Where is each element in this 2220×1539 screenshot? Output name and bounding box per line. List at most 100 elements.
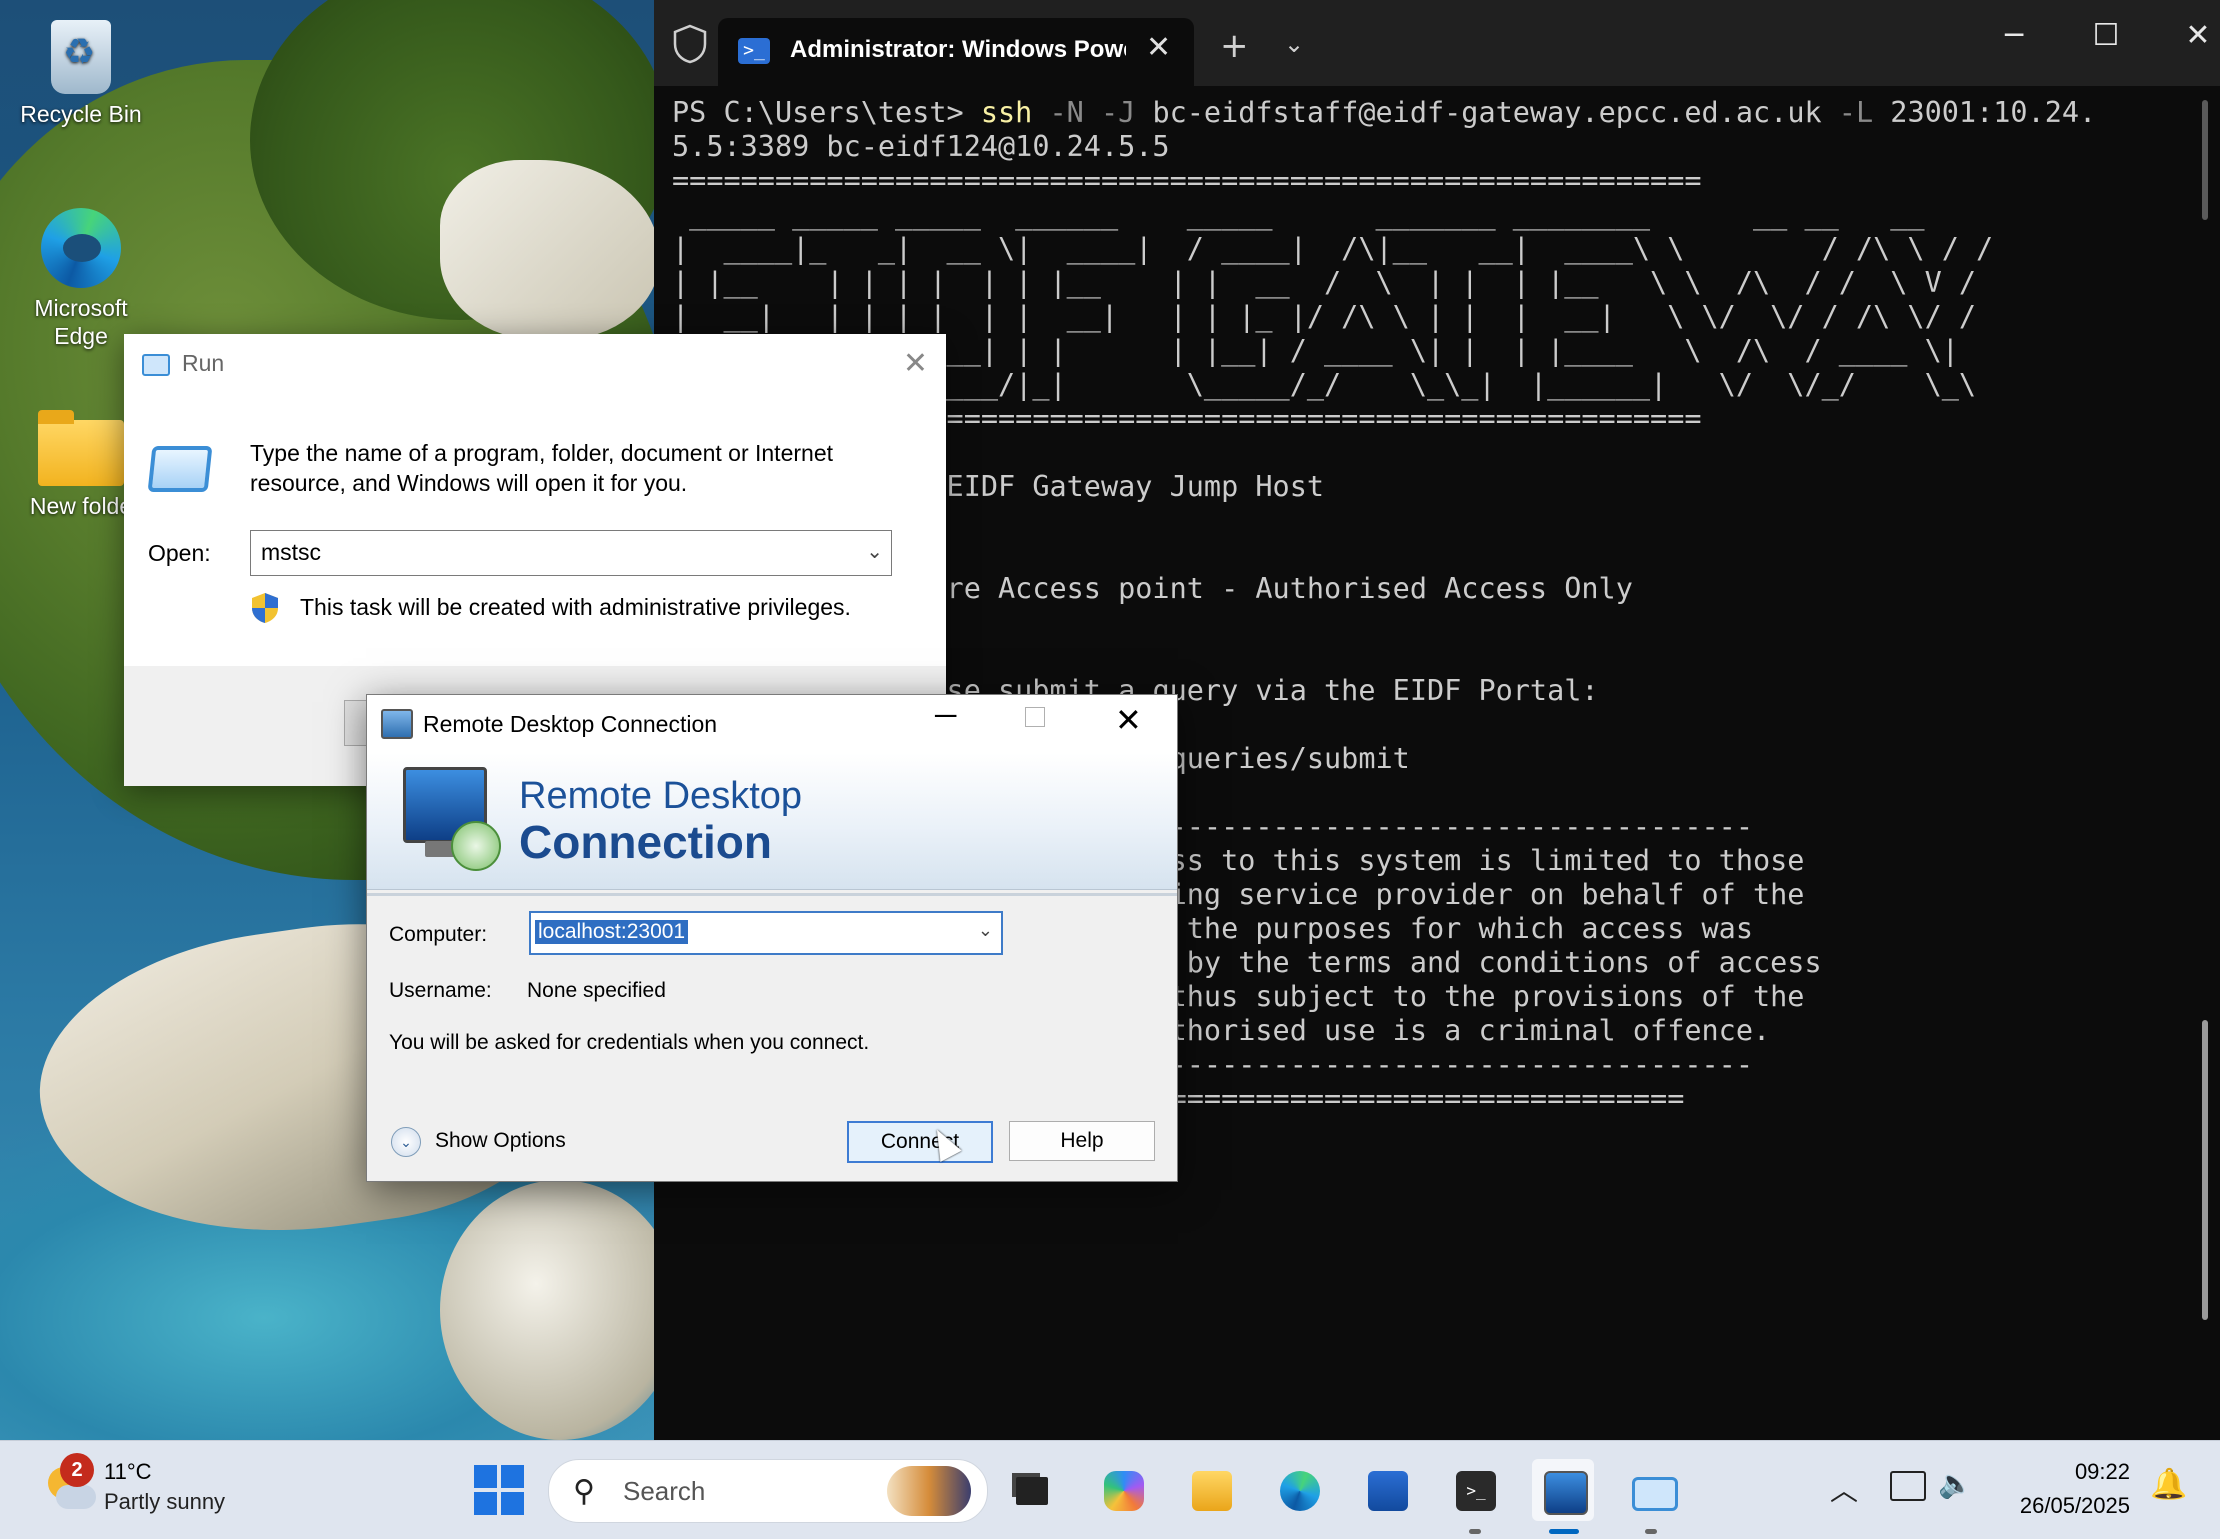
run-description: Type the name of a program, folder, docu… <box>250 440 833 496</box>
taskbar: 2 11°C Partly sunny ⚲ Search >_ ︿ 🔈 09:2… <box>0 1440 2220 1539</box>
banner-subtitle: Connection <box>519 816 772 868</box>
chevron-down-icon[interactable]: ⌄ <box>978 920 993 941</box>
terminal-tab-title: Administrator: Windows Powe <box>790 36 1126 63</box>
edge-button[interactable] <box>1268 1459 1330 1521</box>
store-icon <box>1368 1471 1408 1511</box>
terminal-tab[interactable]: >_ Administrator: Windows Powe ✕ <box>718 18 1194 86</box>
run-button[interactable] <box>1620 1459 1682 1534</box>
credentials-note: You will be asked for credentials when y… <box>389 1031 870 1054</box>
help-button[interactable]: Help <box>1009 1121 1155 1161</box>
flag: -L <box>1821 96 1891 129</box>
banner-title: Remote Desktop <box>519 775 803 817</box>
terminal-rule: ========================================… <box>672 164 1702 197</box>
chevron-down-icon[interactable]: ⌄ <box>866 539 883 564</box>
new-tab-icon[interactable]: + <box>1220 26 1249 66</box>
active-indicator <box>1549 1529 1579 1534</box>
taskbar-search[interactable]: ⚲ Search <box>548 1459 988 1523</box>
start-button[interactable] <box>474 1465 524 1515</box>
show-options-link[interactable]: Show Options <box>435 1129 566 1153</box>
start-logo-tile <box>474 1465 497 1488</box>
divider <box>367 893 1177 896</box>
ascii-art-line: | ____|_ _| __ \| ____| / ____| /\|__ __… <box>672 232 1994 265</box>
close-tab-icon[interactable]: ✕ <box>1146 30 1171 65</box>
rdp-title-bar[interactable]: Remote Desktop Connection ─ ✕ <box>367 695 1177 753</box>
ascii-art-line: | __| | | | | | | __| | | |_ |/ /\ \ | |… <box>672 300 1977 333</box>
folder-icon <box>38 410 124 486</box>
rdp-title: Remote Desktop Connection <box>423 711 718 737</box>
close-icon[interactable]: ✕ <box>903 346 928 381</box>
chevron-down-icon[interactable]: ⌄ <box>1284 30 1304 58</box>
run-title-bar[interactable]: Run ✕ <box>124 334 946 394</box>
terminal-icon: >_ <box>1456 1471 1496 1511</box>
store-button[interactable] <box>1356 1459 1418 1521</box>
copilot-icon <box>1104 1471 1144 1511</box>
argument: 23001:10.24. <box>1890 96 2097 129</box>
maximize-button <box>1025 707 1045 727</box>
ascii-art-line: _____ _____ _____ ______ _____ _______ _… <box>672 198 1925 231</box>
recycle-bin-icon <box>51 20 111 94</box>
maximize-button[interactable]: ☐ <box>2076 18 2136 53</box>
copilot-button[interactable] <box>1092 1459 1154 1521</box>
scrollbar-thumb[interactable] <box>2202 1020 2208 1320</box>
computer-label: Computer: <box>389 923 488 946</box>
powershell-icon: >_ <box>738 38 770 64</box>
desktop-icon-edge[interactable]: Microsoft Edge <box>6 208 156 350</box>
run-icon <box>1632 1477 1678 1511</box>
connection-icon <box>451 821 501 871</box>
flag: -N -J <box>1032 96 1153 129</box>
weather-condition[interactable]: Partly sunny <box>104 1489 225 1515</box>
cloud-icon <box>56 1485 96 1509</box>
volume-icon[interactable]: 🔈 <box>1938 1467 1973 1500</box>
remote-desktop-icon <box>1544 1471 1588 1515</box>
file-explorer-button[interactable] <box>1180 1459 1242 1521</box>
task-view-icon <box>1016 1477 1048 1505</box>
close-button[interactable]: ✕ <box>1115 701 1142 739</box>
command: ssh <box>980 96 1033 129</box>
close-button[interactable]: ✕ <box>2168 18 2220 53</box>
search-icon: ⚲ <box>573 1475 595 1508</box>
minimize-button[interactable]: ─ <box>935 699 956 733</box>
computer-value: localhost:23001 <box>535 920 689 944</box>
uac-shield-icon <box>252 593 278 623</box>
weather-badge: 2 <box>60 1453 94 1487</box>
scrollbar-top[interactable] <box>2202 100 2208 220</box>
task-view-button[interactable] <box>1000 1459 1062 1521</box>
open-label: Open: <box>148 540 211 566</box>
terminal-command-line: PS C:\Users\test> ssh -N -J bc-eidfstaff… <box>672 96 2180 130</box>
edge-icon <box>1280 1471 1320 1511</box>
run-icon <box>142 354 170 376</box>
start-logo-tile <box>501 1492 524 1515</box>
search-highlight-image <box>887 1466 971 1516</box>
open-combobox[interactable]: mstsc ⌄ <box>250 530 892 576</box>
computer-combobox[interactable]: localhost:23001 ⌄ <box>529 911 1003 955</box>
admin-note: This task will be created with administr… <box>300 594 851 620</box>
run-program-icon <box>147 446 213 492</box>
username-label: Username: <box>389 979 492 1002</box>
run-title: Run <box>182 350 225 376</box>
argument: bc-eidfstaff@eidf-gateway.epcc.ed.ac.uk <box>1152 96 1822 129</box>
clock-date[interactable]: 26/05/2025 <box>2000 1493 2130 1519</box>
edge-icon <box>41 208 121 288</box>
notification-bell-icon[interactable]: 🔔 <box>2150 1467 2187 1502</box>
desktop-icon-label: Microsoft Edge <box>34 295 128 349</box>
terminal-button[interactable]: >_ <box>1444 1459 1506 1534</box>
connect-button[interactable]: Connect <box>847 1121 993 1163</box>
minimize-button[interactable]: ─ <box>1984 18 2044 53</box>
search-placeholder: Search <box>623 1476 706 1506</box>
network-icon[interactable] <box>1890 1471 1926 1501</box>
running-indicator <box>1645 1529 1657 1534</box>
temperature[interactable]: 11°C <box>104 1459 152 1485</box>
shield-icon <box>673 24 707 64</box>
remote-desktop-dialog[interactable]: Remote Desktop Connection ─ ✕ Remote Des… <box>366 694 1178 1182</box>
desktop-icon-recycle-bin[interactable]: Recycle Bin <box>6 20 156 128</box>
terminal-line: 5.5:3389 bc-eidf124@10.24.5.5 <box>672 130 1170 163</box>
username-value: None specified <box>527 979 666 1002</box>
wallpaper-cliff-bottom <box>440 1180 680 1440</box>
ascii-art-line: | |__ | | | | | | |__ | | __ / \ | | | |… <box>672 266 1977 299</box>
remote-desktop-button[interactable] <box>1532 1459 1594 1534</box>
chevron-up-icon[interactable]: ︿ <box>1830 1469 1858 1509</box>
open-value: mstsc <box>261 539 322 565</box>
desktop-icon-label: Recycle Bin <box>20 101 142 127</box>
expand-options-icon[interactable]: ⌄ <box>391 1127 421 1157</box>
clock-time[interactable]: 09:22 <box>2000 1459 2130 1485</box>
